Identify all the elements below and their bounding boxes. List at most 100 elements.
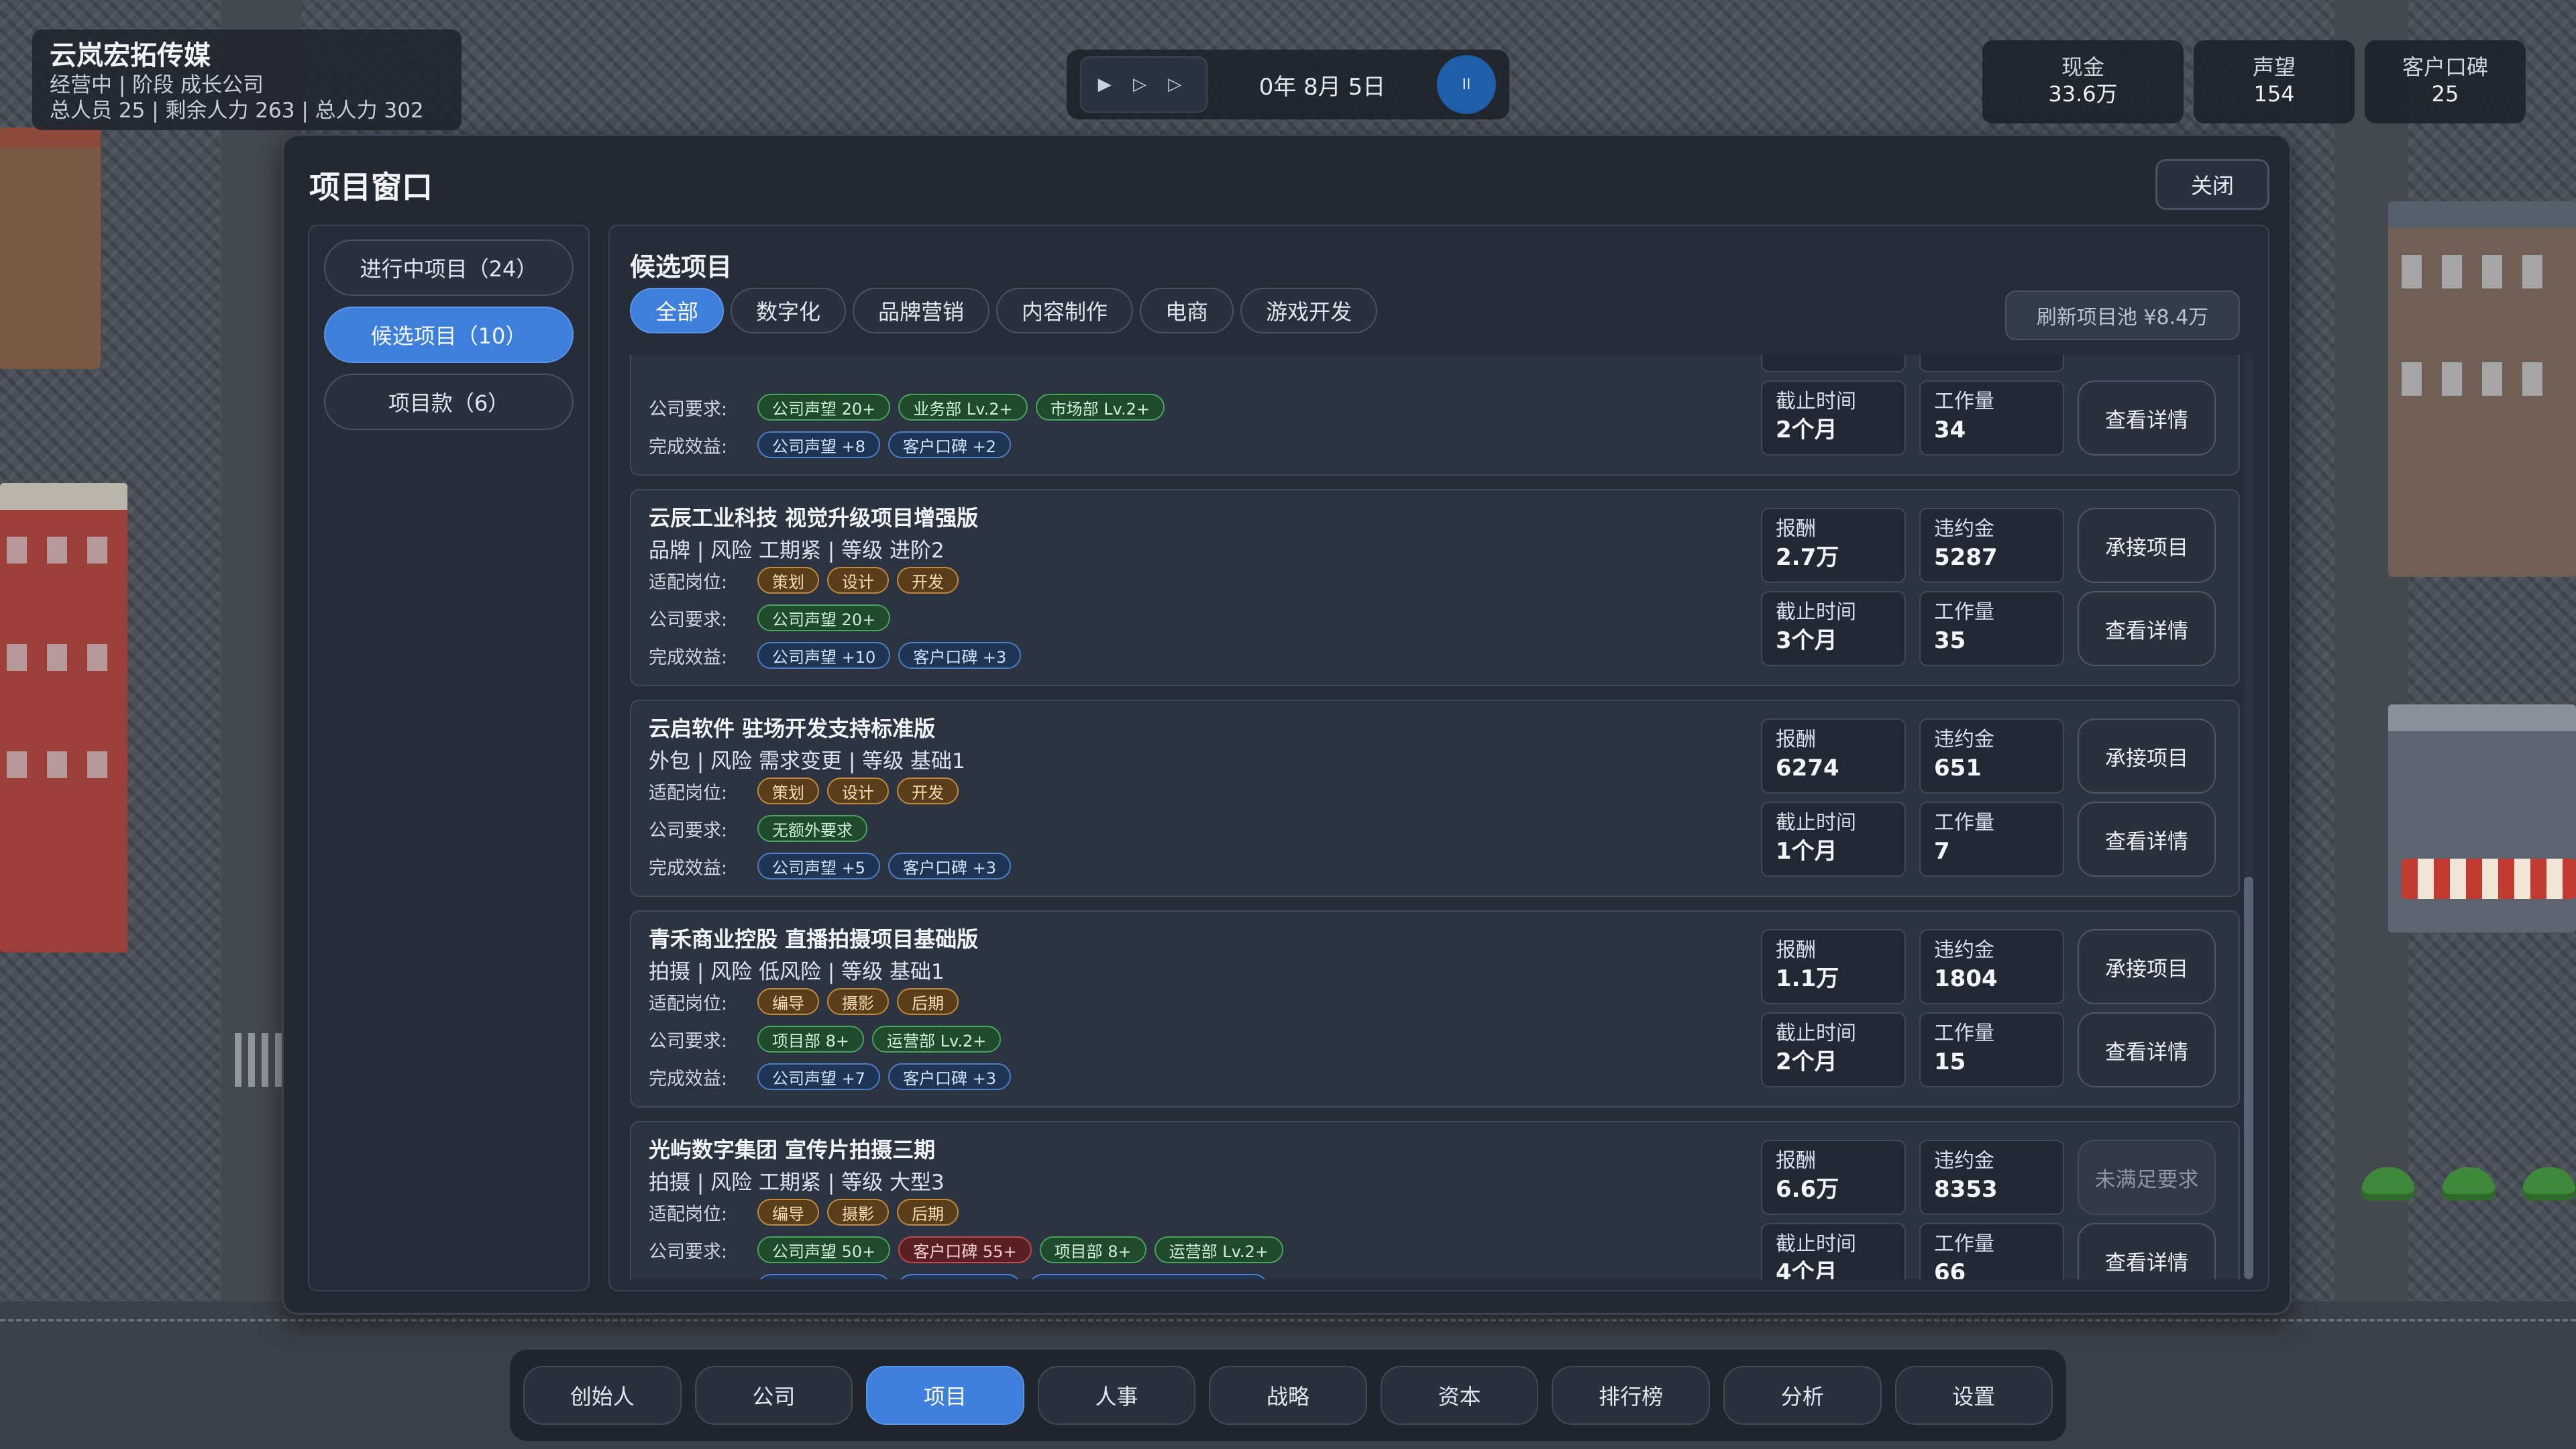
stat-reputation: 声望 154: [2194, 40, 2355, 123]
accept-project-button[interactable]: 承接项目: [2078, 718, 2216, 794]
box-value: 7: [1934, 838, 1950, 865]
sidebar-item-payments[interactable]: 项目款（6）: [324, 374, 574, 430]
box-label: 截止时间: [1776, 390, 1856, 413]
project-deadline-box: 截止时间 2个月: [1761, 1012, 1906, 1087]
project-rewards-row: 完成效益: 公司声望 +15 客户口碑 +3 高满意度可触发后续关联项目: [649, 1274, 1269, 1279]
project-title: 云启软件 驻场开发支持标准版: [649, 716, 936, 741]
project-workload-box: 工作量 66: [1919, 1223, 2064, 1279]
box-label: 违约金: [1934, 1149, 1994, 1173]
tab-content-production[interactable]: 内容制作: [996, 288, 1134, 333]
box-value: 4个月: [1776, 1259, 1837, 1279]
refresh-pool-button[interactable]: 刷新项目池 ¥8.4万: [2005, 290, 2240, 340]
unmet-requirements-button[interactable]: 未满足要求: [2078, 1140, 2216, 1215]
building-windows: [2402, 255, 2563, 288]
project-tag: 项目部 8+: [1039, 1236, 1146, 1263]
box-value: 66: [1934, 1259, 1966, 1279]
project-tag: 客户口碑 +3: [898, 642, 1022, 669]
project-positions-row: 适配岗位: 编导 摄影 后期: [649, 988, 959, 1015]
box-value: 2.7万: [1776, 544, 1839, 571]
project-tag: 运营部 Lv.2+: [1154, 1236, 1283, 1263]
project-tag: 后期: [897, 988, 959, 1015]
project-tag: 编导: [757, 988, 819, 1015]
box-label: 工作量: [1934, 1232, 1994, 1256]
stat-label: 现金: [2061, 54, 2104, 80]
row-label: 公司要求:: [649, 1030, 728, 1052]
scrollbar-thumb[interactable]: [2244, 877, 2253, 1279]
box-value: 6.6万: [1776, 1176, 1839, 1203]
row-label: 公司要求:: [649, 820, 728, 841]
project-tag: 业务部 Lv.2+: [898, 394, 1028, 421]
background-road: [2334, 0, 2408, 1301]
tab-brand-marketing[interactable]: 品牌营销: [853, 288, 990, 333]
project-tag: 无额外要求: [757, 815, 867, 842]
nav-button[interactable]: 设置: [1894, 1366, 2053, 1425]
view-details-button[interactable]: 查看详情: [2078, 591, 2216, 666]
nav-button[interactable]: 公司: [694, 1366, 853, 1425]
project-tag: 客户口碑 +3: [888, 853, 1012, 879]
nav-button[interactable]: 项目: [866, 1366, 1024, 1425]
project-tag: 公司声望 +15: [757, 1274, 891, 1279]
tab-game-dev[interactable]: 游戏开发: [1240, 288, 1378, 333]
project-requirements-row: 公司要求: 公司声望 20+: [649, 604, 891, 631]
project-card: 云辰工业科技 视觉升级项目增强版 品牌 | 风险 工期紧 | 等级 进阶2 适配岗位…: [630, 489, 2240, 686]
row-label: 公司要求:: [649, 609, 728, 631]
row-label: 适配岗位:: [649, 782, 728, 804]
project-list-content: 公司要求: 公司声望 20+ 业务部 Lv.2+ 市场部 Lv.2+ 完成效益: 公司声望…: [630, 355, 2240, 1279]
row-label: 公司要求:: [649, 1241, 728, 1263]
project-pay-box: 报酬 1.1万: [1761, 929, 1906, 1004]
nav-button[interactable]: 创始人: [523, 1366, 682, 1425]
nav-button[interactable]: 人事: [1037, 1366, 1196, 1425]
box-label: 工作量: [1934, 390, 1994, 413]
nav-button[interactable]: 分析: [1723, 1366, 1882, 1425]
box-label: 工作量: [1934, 811, 1994, 835]
project-subtitle: 拍摄 | 风险 低风险 | 等级 基础1: [649, 960, 945, 984]
background-building: [0, 127, 101, 369]
project-title: 光屿数字集团 宣传片拍摄三期: [649, 1137, 936, 1163]
view-details-button[interactable]: 查看详情: [2078, 802, 2216, 877]
view-details-button[interactable]: 查看详情: [2078, 380, 2216, 455]
box-value: 2个月: [1776, 1049, 1837, 1075]
stat-value: 33.6万: [2048, 81, 2118, 107]
pause-button[interactable]: II: [1437, 55, 1496, 114]
stat-label: 声望: [2252, 54, 2296, 80]
sidebar-item-candidates[interactable]: 候选项目（10）: [324, 307, 574, 363]
project-penalty-box: 违约金 5287: [1919, 508, 2064, 583]
project-positions-row: 适配岗位: 策划 设计 开发: [649, 777, 959, 804]
accept-project-button[interactable]: 承接项目: [2078, 929, 2216, 1004]
accept-project-button[interactable]: 承接项目: [2078, 508, 2216, 583]
stat-label: 客户口碑: [2402, 54, 2488, 80]
nav-button[interactable]: 战略: [1209, 1366, 1367, 1425]
box-value: 1.1万: [1776, 965, 1839, 992]
speed-control-button[interactable]: ▶ ▷ ▷: [1080, 56, 1208, 113]
scrollbar[interactable]: [2244, 354, 2253, 1279]
nav-button[interactable]: 资本: [1380, 1366, 1539, 1425]
company-status: 经营中 | 阶段 成长公司: [50, 73, 264, 97]
project-tag: 设计: [827, 777, 889, 804]
row-label: 完成效益:: [649, 1068, 728, 1089]
view-details-button[interactable]: 查看详情: [2078, 1012, 2216, 1087]
tab-ecommerce[interactable]: 电商: [1140, 288, 1234, 333]
project-tag: 公司声望 50+: [757, 1236, 891, 1263]
project-list[interactable]: 公司要求: 公司声望 20+ 业务部 Lv.2+ 市场部 Lv.2+ 完成效益: 公司声望…: [630, 355, 2240, 1279]
row-label: 完成效益:: [649, 647, 728, 668]
project-subtitle: 外包 | 风险 需求变更 | 等级 基础1: [649, 749, 965, 773]
close-button[interactable]: 关闭: [2155, 159, 2269, 210]
project-penalty-box: 违约金 8353: [1919, 1140, 2064, 1215]
tab-digital[interactable]: 数字化: [731, 288, 847, 333]
project-tag: 高满意度可触发后续关联项目: [1029, 1274, 1269, 1279]
box-value: 2个月: [1776, 417, 1837, 443]
project-workload-box: 工作量 35: [1919, 591, 2064, 666]
project-deadline-box: 截止时间 3个月: [1761, 591, 1906, 666]
sidebar-item-ongoing[interactable]: 进行中项目（24）: [324, 239, 574, 296]
project-rewards-row: 完成效益: 公司声望 +5 客户口碑 +3: [649, 853, 1012, 879]
nav-button[interactable]: 排行榜: [1552, 1366, 1710, 1425]
project-tag: 编导: [757, 1199, 819, 1226]
project-workload-box: 工作量 15: [1919, 1012, 2064, 1087]
tab-all[interactable]: 全部: [630, 288, 724, 333]
box-value: 1804: [1934, 965, 1998, 992]
window-title: 项目窗口: [309, 169, 433, 205]
road-lane-marking: [0, 1319, 2576, 1322]
box-label: 违约金: [1934, 517, 1994, 541]
view-details-button[interactable]: 查看详情: [2078, 1223, 2216, 1279]
company-staff: 总人员 25 | 剩余人力 263 | 总人力 302: [50, 99, 424, 123]
